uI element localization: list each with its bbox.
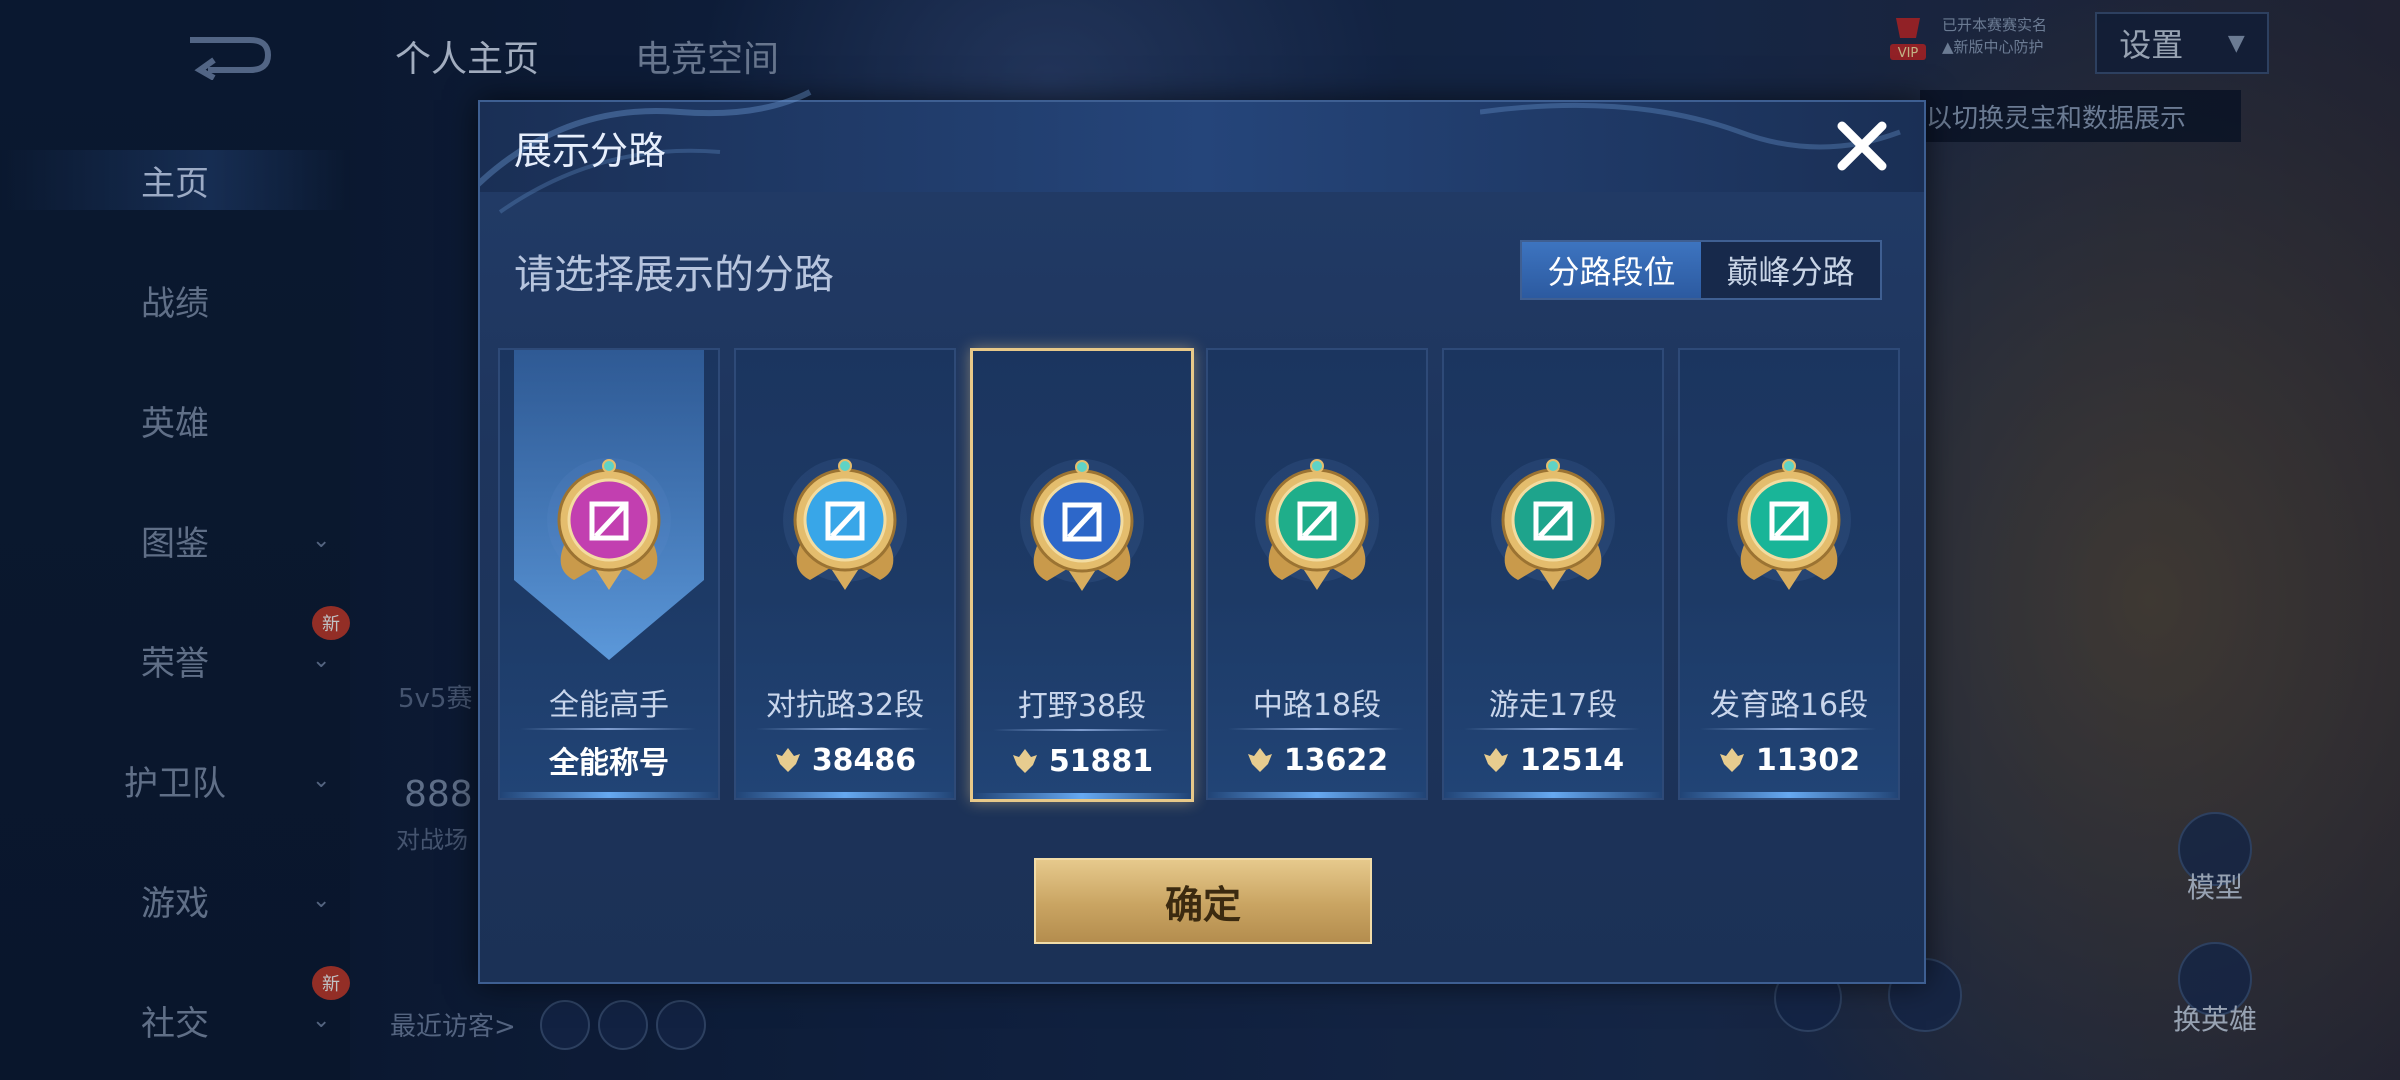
- lane-card[interactable]: 全能高手 全能称号: [498, 348, 720, 800]
- roam-emblem-icon: [1491, 458, 1615, 590]
- lane-display-dialog: 展示分路 请选择展示的分路 分路段位 巅峰分路 全能高手 全能称号 对抗路32段 38…: [478, 89, 1926, 984]
- lane-name: 游走17段: [1488, 688, 1618, 723]
- card-bottom-glow: [1208, 792, 1426, 798]
- lane-score: 38486: [736, 740, 954, 780]
- lane-name: 全能高手: [549, 688, 669, 723]
- segment-lane-rank[interactable]: 分路段位: [1522, 242, 1701, 298]
- lane-name: 发育路16段: [1709, 688, 1869, 723]
- lane-name: 对抗路32段: [765, 688, 925, 723]
- lane-name: 打野38段: [1017, 689, 1147, 724]
- confirm-label: 确定: [1164, 882, 1241, 927]
- lane-score-value: 13622: [1283, 742, 1389, 778]
- lane-card[interactable]: 对抗路32段 38486: [734, 348, 956, 800]
- card-bottom-glow: [1444, 792, 1662, 798]
- score-emblem-icon: [1247, 748, 1272, 772]
- divider: [1464, 728, 1640, 730]
- card-bottom-glow: [500, 792, 718, 798]
- lane-score: 13622: [1208, 740, 1426, 780]
- score-emblem-icon: [1719, 748, 1744, 772]
- segment-peak-lane[interactable]: 巅峰分路: [1701, 242, 1880, 298]
- card-bottom-glow: [1680, 792, 1898, 798]
- dialog-subtitle: 请选择展示的分路: [514, 252, 834, 298]
- lane-score: 12514: [1444, 740, 1662, 780]
- lane-card[interactable]: 游走17段 12514: [1442, 348, 1664, 800]
- divider: [993, 729, 1169, 731]
- lane-name: 中路18段: [1252, 688, 1382, 723]
- divider: [1228, 728, 1404, 730]
- dialog-header: 展示分路: [480, 89, 1924, 214]
- lane-type-segmented-control: 分路段位 巅峰分路: [1520, 240, 1882, 300]
- score-emblem-icon: [1012, 749, 1037, 773]
- lane-card[interactable]: 发育路16段 11302: [1678, 348, 1900, 800]
- confirm-button[interactable]: 确定: [1034, 858, 1372, 944]
- lane-score-value: 51881: [1048, 743, 1154, 779]
- card-bottom-glow: [736, 792, 954, 798]
- farm-lane-emblem-icon: [1727, 458, 1851, 590]
- lane-score: 51881: [973, 741, 1191, 781]
- score-emblem-icon: [775, 748, 800, 772]
- lane-score-value: 11302: [1755, 742, 1861, 778]
- clash-lane-emblem-icon: [783, 458, 907, 590]
- close-icon[interactable]: [1832, 116, 1892, 176]
- dialog-title: 展示分路: [514, 129, 667, 173]
- lane-score: 全能称号: [500, 740, 718, 781]
- card-bottom-glow: [973, 793, 1191, 799]
- lane-card-list: 全能高手 全能称号 对抗路32段 38486 打野38段 51881 中路18段 13622 游…: [498, 348, 1908, 802]
- lane-card[interactable]: 中路18段 13622: [1206, 348, 1428, 800]
- lane-score-value: 全能称号: [549, 746, 669, 781]
- lane-score-value: 38486: [811, 742, 917, 778]
- score-emblem-icon: [1483, 748, 1508, 772]
- divider: [756, 728, 932, 730]
- all-round-emblem-icon: [547, 458, 671, 590]
- lane-score-value: 12514: [1519, 742, 1625, 778]
- mid-lane-emblem-icon: [1255, 458, 1379, 590]
- divider: [1700, 728, 1876, 730]
- lane-score: 11302: [1680, 740, 1898, 780]
- divider: [520, 728, 696, 730]
- lane-card[interactable]: 打野38段 51881: [970, 348, 1194, 802]
- jungle-emblem-icon: [1020, 459, 1144, 591]
